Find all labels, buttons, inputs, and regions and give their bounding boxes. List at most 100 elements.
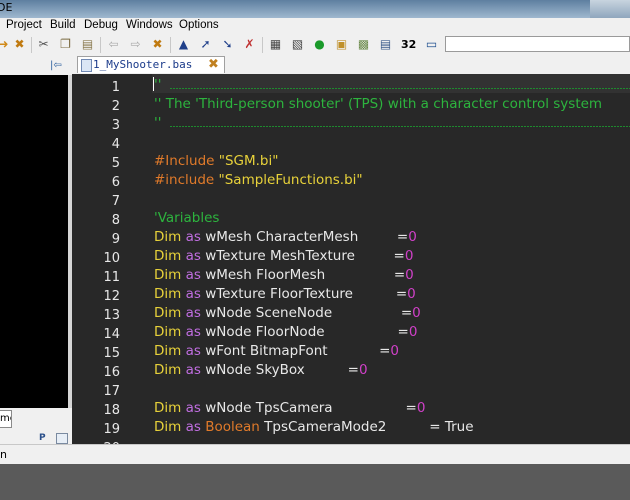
run-icon[interactable]: ● bbox=[312, 37, 327, 52]
window-controls[interactable] bbox=[590, 0, 630, 18]
code-token: Dim bbox=[154, 343, 182, 359]
code-line: Dim as wNode SceneNode =0 bbox=[154, 305, 421, 321]
code-line: Dim as wFont BitmapFont =0 bbox=[154, 343, 399, 359]
current-line-highlight bbox=[152, 74, 630, 93]
line-number: 12 bbox=[103, 289, 120, 304]
code-token: 0 bbox=[405, 267, 414, 283]
properties-label[interactable]: P bbox=[39, 433, 46, 443]
code-token: Dim bbox=[154, 286, 182, 302]
menu-project[interactable]: Project bbox=[6, 19, 42, 31]
code-token: 0 bbox=[407, 286, 416, 302]
bookmark-clear-icon[interactable]: ✗ bbox=[242, 37, 257, 52]
code-token: 'Variables bbox=[154, 210, 220, 226]
parameters-icon[interactable]: ▩ bbox=[356, 37, 371, 52]
collapse-panel-icon[interactable]: |⇦ bbox=[50, 60, 64, 72]
code-token: 0 bbox=[390, 343, 400, 359]
bookmark-prev-icon[interactable]: ➘ bbox=[220, 37, 235, 52]
copy-icon[interactable]: ❐ bbox=[58, 37, 73, 52]
line-number-gutter: 1234567891011121314151617181920 bbox=[72, 74, 152, 456]
code-token: as bbox=[181, 305, 206, 321]
code-token: Dim bbox=[154, 248, 182, 264]
close-tab-icon[interactable]: ✖ bbox=[208, 57, 219, 72]
code-token: 0 bbox=[416, 400, 426, 416]
line-number: 11 bbox=[103, 270, 120, 285]
debug-icon[interactable]: ▤ bbox=[378, 37, 393, 52]
paste-icon[interactable]: ▤ bbox=[80, 37, 95, 52]
code-token: Dim bbox=[154, 267, 182, 283]
code-token: "SGM.bi" bbox=[218, 153, 279, 169]
code-line: Dim as wNode TpsCamera =0 bbox=[154, 400, 425, 416]
code-token: as bbox=[181, 419, 206, 435]
search-input[interactable] bbox=[445, 36, 630, 52]
code-token: = bbox=[347, 362, 359, 378]
code-token: Dim bbox=[154, 305, 182, 321]
code-token: = bbox=[397, 324, 409, 340]
code-token: wTexture MeshTexture bbox=[205, 248, 394, 264]
panel-tab[interactable]: me bbox=[0, 410, 12, 428]
code-token: = bbox=[400, 305, 413, 321]
close-icon[interactable]: ✖ bbox=[150, 37, 165, 52]
code-token: 0 bbox=[404, 248, 414, 264]
menu-windows[interactable]: Windows bbox=[126, 19, 173, 31]
menu-build[interactable]: Build bbox=[50, 19, 76, 31]
line-number: 14 bbox=[103, 327, 120, 342]
window-title: DE bbox=[0, 1, 13, 14]
code-line: Dim as wMesh FloorMesh =0 bbox=[154, 267, 414, 283]
toolbar-separator bbox=[262, 37, 263, 53]
code-token: = bbox=[396, 229, 409, 245]
status-text: n bbox=[0, 448, 7, 461]
bitness-label[interactable]: 32 bbox=[401, 38, 416, 51]
panel-button[interactable] bbox=[56, 433, 68, 444]
build-run-icon[interactable]: ▣ bbox=[334, 37, 349, 52]
code-token: '' bbox=[154, 115, 162, 131]
desktop-strip bbox=[0, 464, 630, 500]
redo-icon[interactable]: ⇨ bbox=[128, 37, 143, 52]
code-token: 0 bbox=[412, 305, 421, 321]
code-token: Dim bbox=[154, 400, 182, 416]
code-line: '' bbox=[154, 77, 161, 93]
bookmark-icon[interactable]: ▲ bbox=[176, 37, 191, 52]
menu-bar: Project Build Debug Windows Options bbox=[0, 18, 630, 34]
code-token: wNode FloorNode bbox=[205, 324, 398, 340]
line-number: 9 bbox=[111, 232, 120, 247]
line-number: 13 bbox=[103, 308, 120, 323]
line-number: 7 bbox=[111, 194, 120, 209]
code-line: 'Variables bbox=[154, 210, 219, 226]
file-tab[interactable]: 1_MyShooter.bas ✖ bbox=[77, 56, 225, 73]
menu-debug[interactable]: Debug bbox=[84, 19, 118, 31]
code-editor[interactable]: '' '' The 'Third-person shooter' (TPS) wi… bbox=[152, 74, 630, 444]
cut-icon[interactable]: ✂ bbox=[36, 37, 51, 52]
close-all-icon[interactable]: ✖ bbox=[12, 37, 27, 52]
code-token: as bbox=[181, 229, 206, 245]
code-token: wMesh CharacterMesh bbox=[205, 229, 397, 245]
code-token: as bbox=[181, 286, 206, 302]
project-tree[interactable] bbox=[0, 75, 68, 408]
toolbar-separator bbox=[170, 37, 171, 53]
code-token: wFont BitmapFont bbox=[205, 343, 380, 359]
code-token: = True bbox=[429, 419, 474, 435]
code-line: #include "SampleFunctions.bi" bbox=[154, 172, 363, 188]
code-token: wNode SceneNode bbox=[205, 305, 401, 321]
line-number: 1 bbox=[111, 80, 120, 95]
code-token: Dim bbox=[154, 419, 182, 435]
bookmark-next-icon[interactable]: ➚ bbox=[198, 37, 213, 52]
code-token: wTexture FloorTexture bbox=[205, 286, 396, 302]
file-tab-label: 1_MyShooter.bas bbox=[93, 58, 193, 71]
build-icon[interactable]: ▧ bbox=[290, 37, 305, 52]
line-number: 8 bbox=[111, 213, 120, 228]
status-bar: n bbox=[0, 444, 630, 465]
code-line: Dim as wTexture MeshTexture =0 bbox=[154, 248, 413, 264]
code-token: 0 bbox=[358, 362, 368, 378]
code-token: = bbox=[405, 400, 417, 416]
code-token: 0 bbox=[408, 324, 418, 340]
comment-rule bbox=[170, 88, 630, 89]
arrow-icon[interactable]: ➜ bbox=[0, 37, 11, 52]
code-token: = bbox=[393, 248, 405, 264]
menu-options[interactable]: Options bbox=[179, 19, 219, 31]
undo-icon[interactable]: ⇦ bbox=[106, 37, 121, 52]
code-line: Dim as Boolean TpsCameraMode2 = True bbox=[154, 419, 474, 435]
code-token: as bbox=[181, 362, 206, 378]
compile-icon[interactable]: ▦ bbox=[268, 37, 283, 52]
window-icon[interactable]: ▭ bbox=[424, 37, 439, 52]
code-token: wMesh FloorMesh bbox=[205, 267, 394, 283]
